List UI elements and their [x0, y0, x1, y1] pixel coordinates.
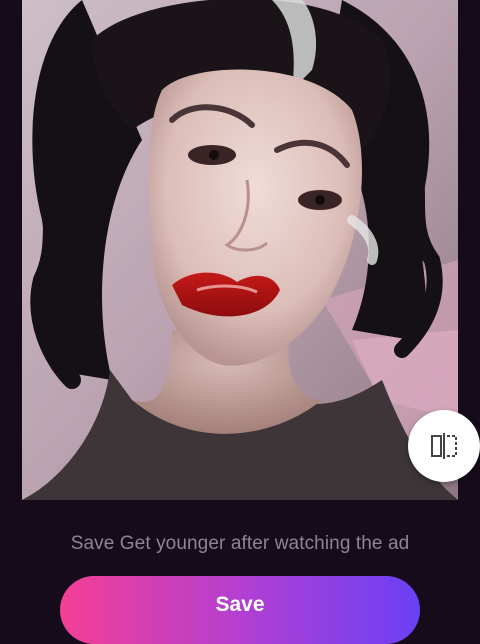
save-caption: Save Get younger after watching the ad	[70, 533, 410, 554]
save-button[interactable]: Save	[60, 576, 420, 644]
compare-button[interactable]	[408, 410, 480, 482]
compare-split-icon	[429, 431, 459, 461]
portrait-photo	[22, 0, 458, 500]
portrait-illustration	[22, 0, 458, 500]
